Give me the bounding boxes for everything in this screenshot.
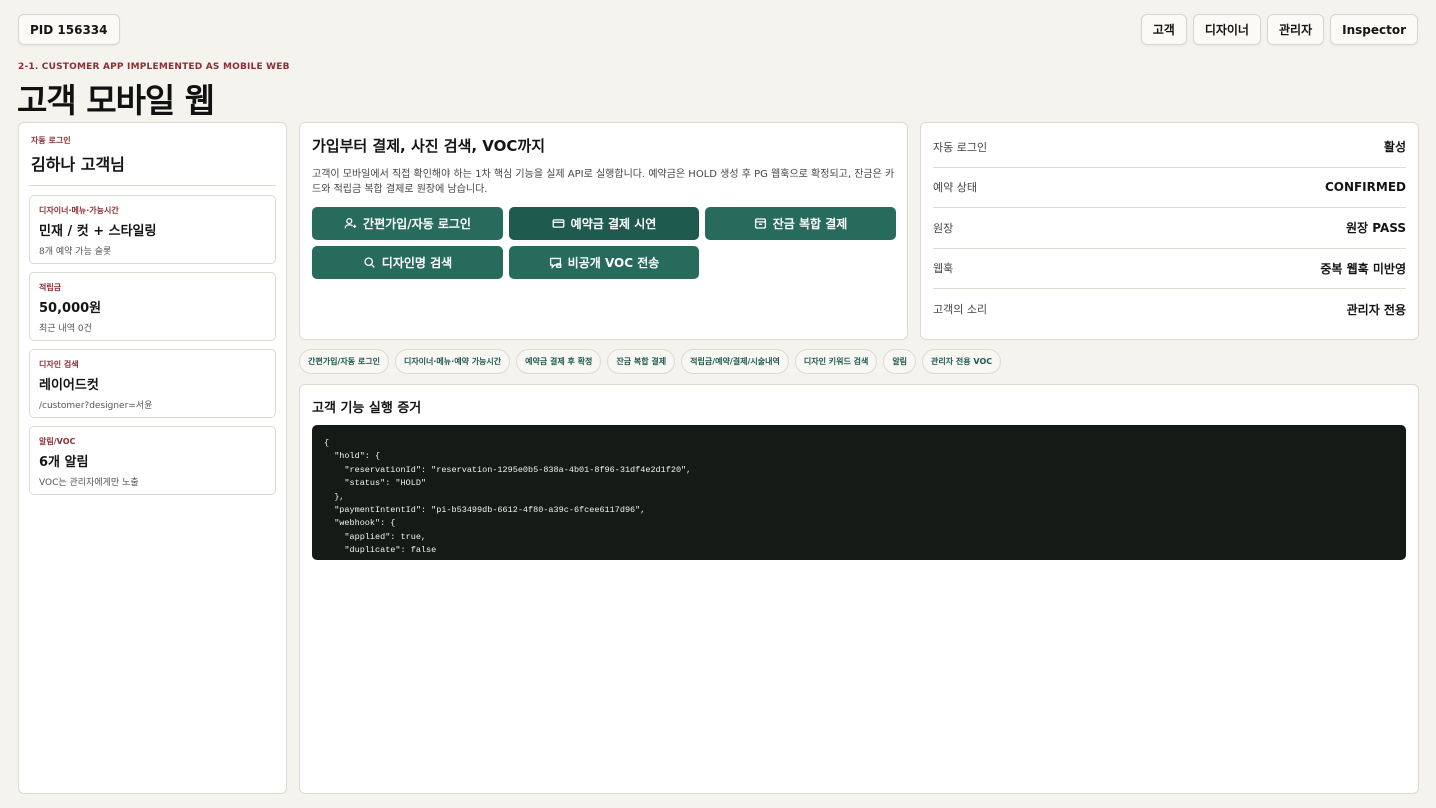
panel-title: 가입부터 결제, 사진 검색, VOC까지 [312,137,545,155]
panel-description: 고객이 모바일에서 직접 확인해야 하는 1차 핵심 기능을 실제 API로 실… [312,169,895,195]
search-icon [364,257,375,268]
private-voc-button[interactable]: 비공개 VOC 전송 [509,246,699,279]
status-row-voc: 고객의 소리 관리자 전용 [933,289,1406,330]
card-value: 민재 / 컷 + 스타일링 [39,224,157,239]
card-value: 레이어드컷 [39,378,99,393]
points-card[interactable]: 적립금 50,000원 최근 내역 0건 [29,272,276,341]
divider [29,185,276,186]
tag-history[interactable]: 적립금/예약/결제/시술내역 [681,349,789,374]
message-lock-icon [549,257,562,269]
design-search-button[interactable]: 디자인명 검색 [312,246,503,279]
status-key: 예약 상태 [933,181,977,195]
page-title: 고객 모바일 웹 [17,81,215,120]
tag-notification[interactable]: 알림 [883,349,917,374]
tag-signup[interactable]: 간편가입/자동 로그인 [299,349,389,374]
status-key: 자동 로그인 [933,140,988,154]
tag-admin-voc[interactable]: 관리자 전용 VOC [922,349,1002,374]
status-key: 웹훅 [933,262,954,276]
design-search-card[interactable]: 디자인 검색 레이어드컷 /customer?designer=서윤 [29,349,276,418]
card-caption: 알림/VOC [39,437,76,446]
tag-design-search[interactable]: 디자인 키워드 검색 [794,349,878,374]
status-value: 중복 웹훅 미반영 [1320,261,1406,276]
status-value: CONFIRMED [1324,180,1406,195]
card-caption: 디자인 검색 [39,360,79,369]
card-value: 50,000원 [39,301,102,316]
tag-mixed-payment[interactable]: 잔금 복합 결제 [607,349,676,374]
feature-tag-row: 간편가입/자동 로그인 디자이너·메뉴·예약 가능시간 예약금 결제 후 확정 … [299,349,1002,374]
status-row-reservation: 예약 상태 CONFIRMED [933,168,1406,208]
login-caption: 자동 로그인 [31,136,71,145]
section-eyebrow: 2-1. CUSTOMER APP IMPLEMENTED AS MOBILE … [18,62,290,72]
card-sub: 최근 내역 0건 [39,324,92,334]
customer-summary-panel: 자동 로그인 김하나 고객님 디자이너·메뉴·가능시간 민재 / 컷 + 스타일… [18,122,287,794]
signup-autologin-button[interactable]: 간편가입/자동 로그인 [312,207,503,240]
evidence-title: 고객 기능 실행 증거 [312,401,422,416]
credit-card-icon [552,219,565,228]
button-label: 잔금 복합 결제 [772,217,848,231]
status-value: 관리자 전용 [1346,302,1406,317]
status-row-autologin: 자동 로그인 활성 [933,127,1406,168]
json-output[interactable]: { "hold": { "reservationId": "reservatio… [312,425,1406,560]
deposit-payment-button[interactable]: 예약금 결제 시연 [509,207,699,240]
button-label: 예약금 결제 시연 [570,217,657,231]
status-key: 원장 [933,221,954,235]
status-key: 고객의 소리 [933,303,988,317]
evidence-panel: 고객 기능 실행 증거 { "hold": { "reservationId":… [299,384,1419,794]
status-panel: 자동 로그인 활성 예약 상태 CONFIRMED 원장 원장 PASS 웹훅 … [920,122,1419,340]
user-plus-icon [344,217,357,229]
balance-mixed-payment-button[interactable]: 잔금 복합 결제 [705,207,896,240]
status-value: 원장 PASS [1346,221,1406,236]
role-admin-button[interactable]: 관리자 [1266,14,1325,45]
notification-voc-card[interactable]: 알림/VOC 6개 알림 VOC는 관리자에게만 노출 [29,426,276,495]
status-row-ledger: 원장 원장 PASS [933,208,1406,249]
button-label: 비공개 VOC 전송 [567,256,660,270]
role-switcher: 고객 디자이너 관리자 Inspector [1140,14,1418,45]
role-customer-button[interactable]: 고객 [1140,14,1187,45]
role-designer-button[interactable]: 디자이너 [1192,14,1261,45]
button-label: 간편가입/자동 로그인 [363,217,471,231]
card-sub: VOC는 관리자에게만 노출 [39,478,139,488]
button-label: 디자인명 검색 [381,256,453,270]
pid-badge[interactable]: PID 156334 [18,14,120,45]
card-caption: 디자이너·메뉴·가능시간 [39,206,119,215]
action-button-grid: 간편가입/자동 로그인 예약금 결제 시연 잔금 복합 결제 디자인명 검색 비… [312,207,896,279]
tag-designer-menu[interactable]: 디자이너·메뉴·예약 가능시간 [394,349,511,374]
card-value: 6개 알림 [39,455,89,470]
card-caption: 적립금 [39,283,62,292]
status-row-webhook: 웹훅 중복 웹훅 미반영 [933,249,1406,289]
feature-actions-panel: 가입부터 결제, 사진 검색, VOC까지 고객이 모바일에서 직접 확인해야 … [299,122,908,340]
status-value: 활성 [1383,140,1406,155]
card-sub: /customer?designer=서윤 [39,401,153,411]
role-inspector-button[interactable]: Inspector [1330,14,1418,45]
wallet-icon [754,218,766,229]
card-sub: 8개 예약 가능 슬롯 [39,247,112,257]
json-code: { "hold": { "reservationId": "reservatio… [324,438,692,556]
designer-menu-card[interactable]: 디자이너·메뉴·가능시간 민재 / 컷 + 스타일링 8개 예약 가능 슬롯 [29,195,276,264]
tag-deposit-confirm[interactable]: 예약금 결제 후 확정 [516,349,602,374]
customer-name: 김하나 고객님 [31,155,125,174]
